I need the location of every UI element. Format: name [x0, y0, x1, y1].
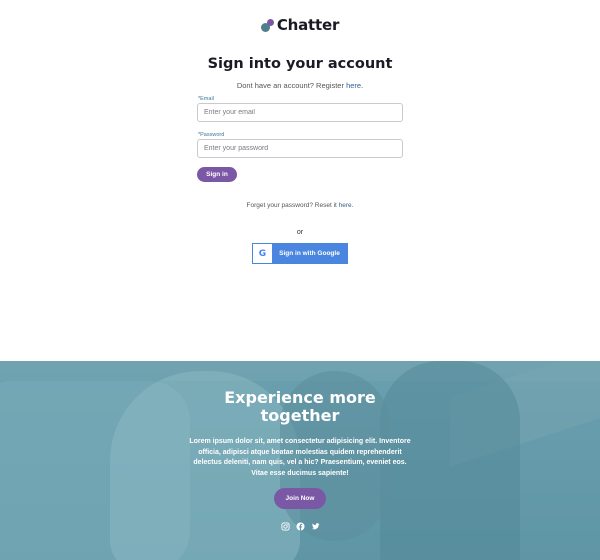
email-label: *Email — [198, 96, 214, 102]
password-field[interactable] — [197, 139, 403, 158]
chatter-logo-icon — [260, 17, 275, 33]
hero-title-line1: Experience more — [224, 388, 376, 407]
brand-logo[interactable]: Chatter — [0, 16, 600, 34]
facebook-icon[interactable] — [295, 522, 305, 531]
register-prompt: Dont have an account? Register here. — [0, 81, 600, 90]
hero-title-line2: together — [260, 406, 340, 425]
password-label: *Password — [198, 132, 225, 138]
hero-title: Experience more together — [0, 389, 600, 425]
register-link[interactable]: here. — [346, 81, 363, 90]
brand-name: Chatter — [276, 16, 340, 34]
instagram-icon[interactable] — [280, 522, 290, 531]
join-now-button[interactable]: Join Now — [274, 488, 326, 509]
or-divider: or — [296, 229, 304, 236]
forgot-password-text: Forget your password? Reset it — [246, 202, 339, 209]
twitter-icon[interactable] — [311, 522, 320, 531]
sign-in-button[interactable]: Sign in — [197, 167, 237, 182]
forgot-password-prompt: Forget your password? Reset it here. — [0, 202, 600, 209]
google-sign-in-button[interactable]: G Sign in with Google — [252, 243, 348, 264]
social-links — [0, 522, 600, 531]
google-sign-in-label: Sign in with Google — [279, 250, 340, 257]
page-title: Sign into your account — [207, 56, 393, 72]
register-prompt-text: Dont have an account? Register — [236, 81, 347, 90]
reset-password-link[interactable]: here. — [339, 202, 354, 209]
google-letter: G — [258, 248, 267, 259]
google-icon: G — [253, 244, 272, 263]
email-field[interactable] — [197, 103, 403, 122]
hero-description: Lorem ipsum dolor sit, amet consectetur … — [189, 438, 411, 477]
